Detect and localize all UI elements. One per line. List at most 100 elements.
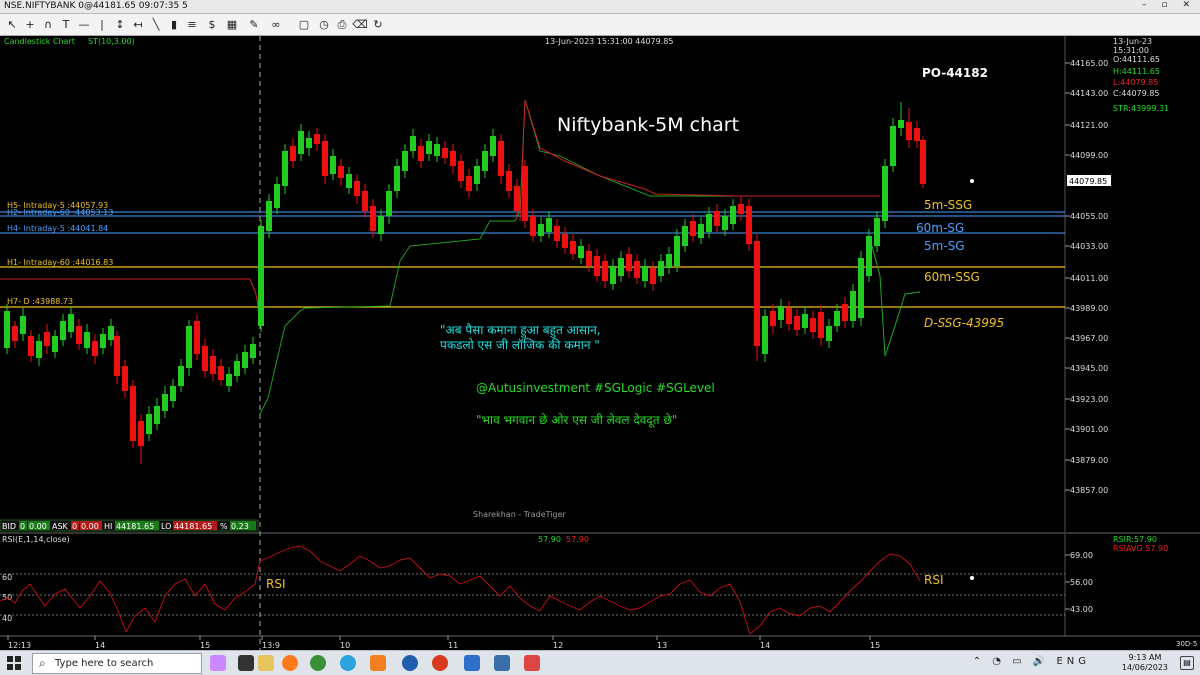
candle-bullish — [538, 224, 544, 236]
quote-close: C:44079.85 — [1113, 89, 1159, 98]
candle-bearish — [554, 226, 560, 241]
quote-time: 15:31:00 — [1113, 46, 1149, 55]
level-tag-5m-sg: 5m-SG — [924, 239, 965, 253]
bars-icon[interactable]: ▮ — [166, 17, 182, 33]
candle-bearish — [442, 148, 448, 158]
vlc-icon[interactable] — [370, 655, 386, 671]
candle-bearish — [418, 146, 424, 161]
watermark: Sharekhan - TradeTiger — [473, 510, 567, 519]
magnet-icon[interactable]: ∩ — [40, 17, 56, 33]
task-view-icon[interactable] — [238, 655, 254, 671]
candle-bearish — [194, 321, 200, 354]
rsi-value-b: 57.90 — [566, 535, 589, 544]
chart-area[interactable]: Candlestick Chart ST(10,3.00) 13-Jun-202… — [0, 36, 1200, 650]
frame-icon[interactable]: ▢ — [296, 17, 312, 33]
candle-bullish — [890, 126, 896, 166]
telegram-icon[interactable] — [340, 655, 356, 671]
candle-bullish — [386, 191, 392, 216]
windows-start-icon[interactable] — [6, 655, 22, 671]
delete-icon[interactable]: ⌫ — [352, 17, 368, 33]
candle-bearish — [290, 146, 296, 161]
window-title: NSE.NIFTYBANK 0@44181.65 09:07:35 5 — [4, 1, 188, 11]
rsi-axis-56: 56.00 — [1070, 578, 1093, 587]
window-controls[interactable]: – ▫ ✕ — [1142, 0, 1196, 10]
app-icon-word[interactable] — [464, 655, 480, 671]
dollar-icon[interactable]: $ — [204, 17, 220, 33]
grid-icon[interactable]: ▦ — [224, 17, 240, 33]
chart-toolbar: ↖ + ∩ T — | ↕ ↤ ╲ ▮ ≡ $ ▦ ✎ ∞ ▢ ◷ ⎙ ⌫ ↻ — [0, 14, 1200, 36]
taskbar-search[interactable]: ⌕ Type here to search — [32, 653, 202, 674]
candle-bearish — [586, 251, 592, 266]
price-axis: 44165.00 44143.00 44121.00 44099.00 44055.00… — [1065, 59, 1108, 495]
search-placeholder: Type here to search — [55, 658, 154, 669]
time-tick-label: 11 — [448, 641, 458, 650]
supertrend-line — [0, 99, 921, 415]
time-tick-label: 13:9 — [262, 641, 280, 650]
clock-icon[interactable]: ◷ — [316, 17, 332, 33]
candle-bearish — [122, 366, 128, 391]
candle-bearish — [354, 181, 360, 196]
candle-bullish — [666, 254, 672, 268]
bid-ask-bar: BID 0 0.00 ASK 0 0.00 HI 44181.65 LO 441… — [0, 519, 259, 532]
arrow-line-icon[interactable]: ↤ — [130, 17, 146, 33]
cursor-icon[interactable]: ↕ — [112, 17, 128, 33]
candle-bearish — [138, 421, 144, 446]
time-tick-label: 14 — [760, 641, 770, 650]
app-icon-1[interactable] — [210, 655, 226, 671]
candle-bullish — [242, 352, 248, 368]
candle-bullish — [146, 414, 152, 434]
lo-val: 44181.65 — [174, 522, 212, 531]
file-explorer-icon[interactable] — [258, 655, 274, 671]
print-icon[interactable]: ⎙ — [334, 17, 350, 33]
candle-bullish — [258, 226, 264, 326]
candle-bullish — [162, 394, 168, 411]
candle-bullish — [722, 216, 728, 230]
level-h2-label: H2- Intraday-60 :44053.13 — [7, 208, 113, 217]
fibonacci-icon[interactable]: ≡ — [184, 17, 200, 33]
app-icon-7[interactable] — [494, 655, 510, 671]
candle-bullish — [52, 336, 58, 352]
candle-bearish — [818, 312, 824, 338]
arrow-icon[interactable]: ↖ — [4, 17, 20, 33]
level-tag-5m-ssg: 5m-SSG — [924, 198, 972, 212]
candle-bullish — [674, 236, 680, 266]
text-tool-icon[interactable]: T — [58, 17, 74, 33]
candle-bullish — [882, 166, 888, 221]
time-tick-label: 15 — [200, 641, 210, 650]
notification-icon[interactable]: ▤ — [1180, 656, 1194, 670]
price-tick-label: 44011.00 — [1070, 274, 1108, 283]
chrome-icon[interactable] — [310, 655, 326, 671]
candle-bearish — [506, 171, 512, 191]
time-tick-label: 14 — [95, 641, 105, 650]
price-tick-label: 43923.00 — [1070, 395, 1108, 404]
candle-bullish — [658, 261, 664, 276]
candle-bearish — [218, 366, 224, 380]
firefox-icon[interactable] — [282, 655, 298, 671]
refresh-icon[interactable]: ↻ — [370, 17, 386, 33]
search-icon: ⌕ — [39, 656, 46, 670]
link-icon[interactable]: ∞ — [268, 17, 284, 33]
tradetiger-icon[interactable] — [432, 655, 448, 671]
time-tick-label: 12:13 — [8, 641, 31, 650]
candle-bearish — [650, 268, 656, 284]
time-tick-label: 15 — [870, 641, 880, 650]
taskbar-clock[interactable]: 9:13 AM 14/06/2023 — [1122, 653, 1168, 673]
candle-bullish — [402, 151, 408, 171]
candle-bullish — [410, 136, 416, 151]
time-axis: 12:13 14 15 13:9 10 11 12 13 14 15 — [7, 636, 880, 650]
vertical-line-icon[interactable]: | — [94, 17, 110, 33]
candle-bullish — [394, 166, 400, 191]
system-tray[interactable]: ⌃ ◔ ▭ 🔊 ENG — [973, 656, 1090, 667]
candle-bullish — [490, 136, 496, 156]
rsi-marker-dot — [970, 576, 974, 580]
horizontal-line-icon[interactable]: — — [76, 17, 92, 33]
crosshair-icon[interactable]: + — [22, 17, 38, 33]
app-icon-8[interactable] — [524, 655, 540, 671]
pencil-icon[interactable]: ✎ — [246, 17, 262, 33]
candle-bullish — [330, 156, 336, 174]
price-tick-label: 43945.00 — [1070, 364, 1108, 373]
quote-str: STR:43999.31 — [1113, 104, 1169, 113]
app-icon-c[interactable] — [402, 655, 418, 671]
trendline-icon[interactable]: ╲ — [148, 17, 164, 33]
candle-bearish — [690, 221, 696, 236]
